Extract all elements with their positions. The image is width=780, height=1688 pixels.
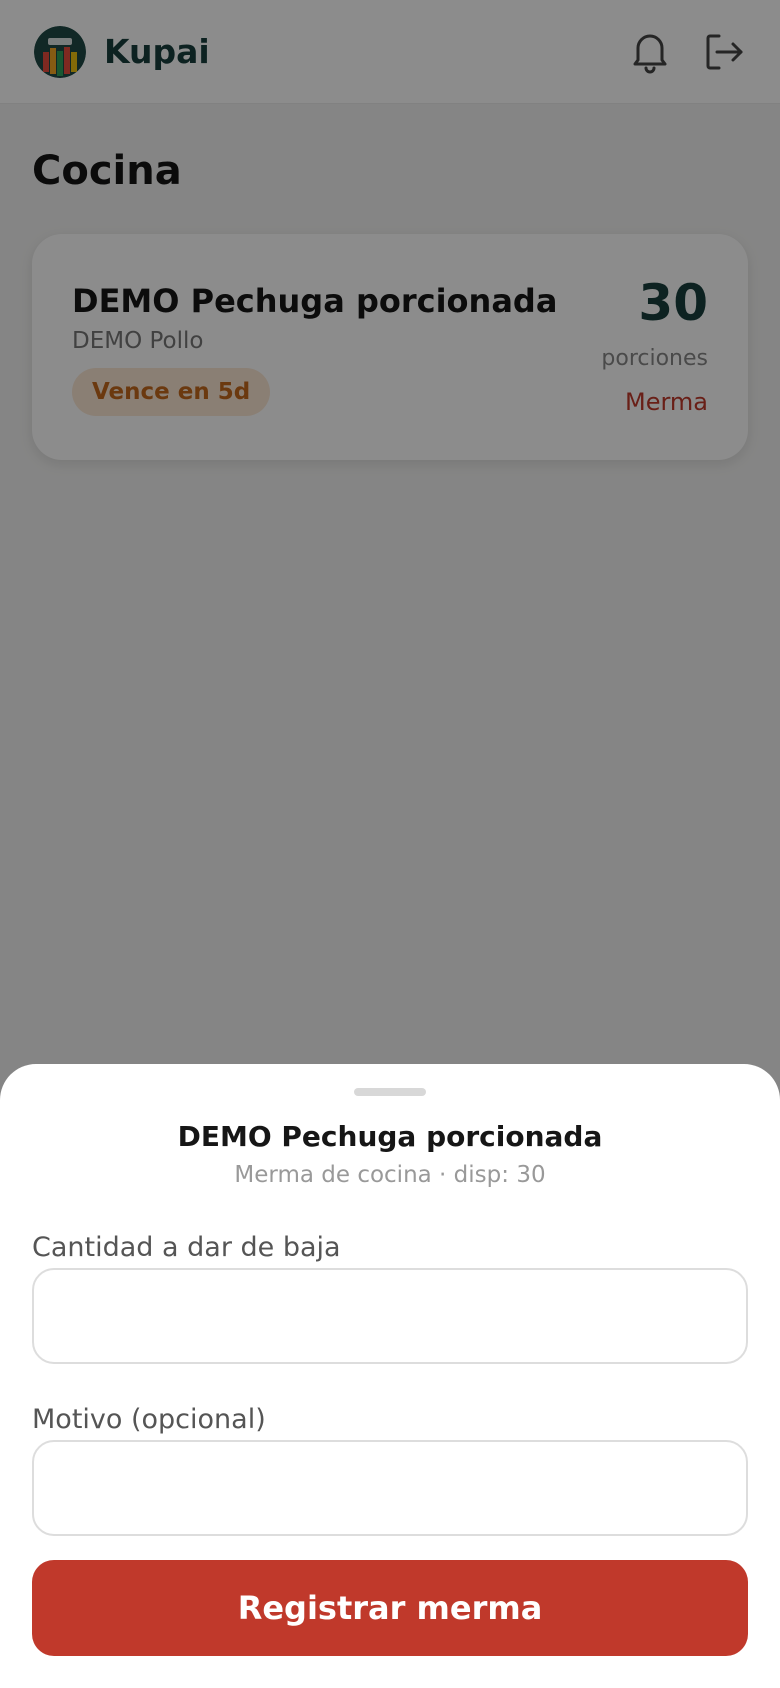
- reason-input[interactable]: [32, 1440, 748, 1536]
- sheet-title: DEMO Pechuga porcionada: [177, 1120, 603, 1153]
- quantity-label: Cantidad a dar de baja: [32, 1232, 341, 1263]
- sheet-subtitle: Merma de cocina · disp: 30: [234, 1162, 546, 1188]
- quantity-input[interactable]: [32, 1268, 748, 1364]
- reason-label: Motivo (opcional): [32, 1404, 266, 1435]
- merma-bottom-sheet: DEMO Pechuga porcionada Merma de cocina …: [0, 1064, 780, 1688]
- sheet-drag-handle[interactable]: [354, 1088, 426, 1096]
- register-merma-button[interactable]: Registrar merma: [32, 1560, 748, 1656]
